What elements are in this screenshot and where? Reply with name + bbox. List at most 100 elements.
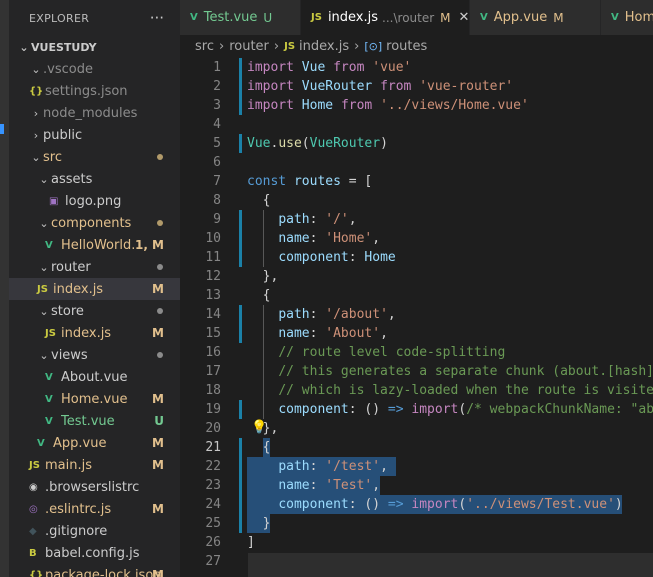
close-icon[interactable]: ✕ [459,10,470,25]
code-text: { [247,191,271,210]
code-line[interactable]: 6 [180,153,653,172]
git-status-badge: M [152,326,164,340]
code-line[interactable]: 8 { [180,191,653,210]
git-file-icon: ◆ [29,525,37,537]
code-line[interactable]: 25 } [180,514,653,533]
breadcrumb-src[interactable]: src [195,39,214,54]
code-token: : [309,459,326,474]
code-token: ( [458,402,467,417]
code-line[interactable]: 11 component: Home [180,248,653,267]
tree-file[interactable]: V App.vue M [9,432,180,454]
tree-folder[interactable]: ⌄ components [9,212,180,234]
code-text: import VueRouter from 'vue-router' [247,77,513,96]
tree-folder[interactable]: ⌄ views [9,344,180,366]
breadcrumb-symbol[interactable]: routes [386,39,427,54]
tree-file[interactable]: V HelloWorld.... 1, M [9,234,180,256]
horizontal-scrollbar[interactable] [248,553,653,577]
tree-file[interactable]: {} settings.json [9,80,180,102]
code-token: name [278,231,310,246]
symbol-variable-icon: [⊙] [364,39,383,53]
tree-folder[interactable]: ⌄ assets [9,168,180,190]
code-token: : [309,326,326,341]
tree-folder[interactable]: ⌄ store [9,300,180,322]
line-number: 19 [205,402,221,417]
tree-folder[interactable]: ⌄ .vscode [9,58,180,80]
tree-file[interactable]: ◉ .browserslistrc [9,476,180,498]
code-line[interactable]: 5 Vue.use(VueRouter) [180,134,653,153]
code-line[interactable]: 7 const routes = [ [180,172,653,191]
line-number: 12 [205,269,221,284]
code-line[interactable]: 19 component: () => import(/* webpackChu… [180,400,653,419]
explorer-title: EXPLORER [29,11,90,25]
code-line[interactable]: 3 import Home from '../views/Home.vue' [180,96,653,115]
more-actions-icon[interactable]: ··· [150,9,164,27]
code-line[interactable]: 22 path: '/test', [180,457,653,476]
code-token: VueRouter [301,79,373,94]
code-line[interactable]: 9 path: '/', [180,210,653,229]
code-line[interactable]: 13 { [180,286,653,305]
editor-tab[interactable]: V Test.vue U [180,0,301,35]
git-change-indicator [239,324,242,343]
tree-file[interactable]: JS index.js M [9,322,180,344]
code-line[interactable]: 23 name: 'Test', [180,476,653,495]
code-line[interactable]: 21 { [180,438,653,457]
code-token: = [ [340,174,373,189]
tree-file[interactable]: V About.vue [9,366,180,388]
editor-tab[interactable]: JS index.js ...\router M ✕ [301,0,470,35]
editor-tab[interactable]: V Hom [601,0,653,35]
code-token: ] [247,535,255,550]
git-change-indicator [239,400,242,419]
tree-file[interactable]: ◎ .eslintrc.js M [9,498,180,520]
code-line[interactable]: 4 [180,115,653,134]
code-line[interactable]: 17 // this generates a separate chunk (a… [180,362,653,381]
git-change-indicator [239,514,242,533]
code-editor[interactable]: 1 import Vue from 'vue' 2 import VueRouter … [180,57,653,577]
chevron-down-icon: ⌄ [39,304,49,318]
code-line[interactable]: 12 }, [180,267,653,286]
line-number: 11 [205,250,221,265]
tree-file[interactable]: V Test.vue U [9,410,180,432]
breadcrumb-router[interactable]: router [229,39,269,54]
tree-item-label: .vscode [43,61,93,77]
code-token: Home [301,98,334,113]
tree-file[interactable]: JS index.js M [9,278,180,300]
js-file-icon: JS [284,40,296,52]
tab-label: Test.vue [203,10,258,25]
tree-file[interactable]: V Home.vue M [9,388,180,410]
tree-file[interactable]: ◆ .gitignore [9,520,180,542]
line-number: 16 [205,345,221,360]
tree-folder[interactable]: ⌄ src [9,146,180,168]
code-line[interactable]: 2 import VueRouter from 'vue-router' [180,77,653,96]
code-token: import [247,60,294,75]
tree-folder[interactable]: ⌄ VUESTUDY [9,36,180,58]
code-line[interactable]: 1 import Vue from 'vue' [180,58,653,77]
lightbulb-icon[interactable]: 💡 [251,420,267,435]
code-line[interactable]: 26] [180,533,653,552]
tree-file[interactable]: Bbabel.config.js [9,542,180,564]
tree-item-label: index.js [61,325,112,341]
code-line[interactable]: 14 path: '/about', [180,305,653,324]
tree-folder[interactable]: › node_modules [9,102,180,124]
breadcrumb-file[interactable]: index.js [299,39,349,54]
code-text: name: 'About', [247,324,388,343]
code-text: component: () => import('../views/Test.v… [247,495,622,514]
code-line[interactable]: 16 // route level code-splitting [180,343,653,362]
tree-folder[interactable]: › public [9,124,180,146]
editor-tab[interactable]: V App.vue M [470,0,601,35]
tree-file[interactable]: {} package-lock.json M [9,564,180,577]
chevron-right-icon: › [33,128,39,142]
code-line[interactable]: 24 component: () => import('../views/Tes… [180,495,653,514]
tree-item-label: index.js [53,281,104,297]
code-token: : [309,307,326,322]
tree-folder[interactable]: ⌄ router [9,256,180,278]
code-line[interactable]: 18 // which is lazy-loaded when the rout… [180,381,653,400]
git-change-indicator [239,77,242,96]
code-line[interactable]: 10 name: 'Home', [180,229,653,248]
code-token: '../views/Test.vue' [466,497,615,512]
tree-file[interactable]: JS main.js M [9,454,180,476]
code-line[interactable]: 15 name: 'About', [180,324,653,343]
chevron-down-icon: ⌄ [39,260,49,274]
tree-file[interactable]: ▣ logo.png [9,190,180,212]
